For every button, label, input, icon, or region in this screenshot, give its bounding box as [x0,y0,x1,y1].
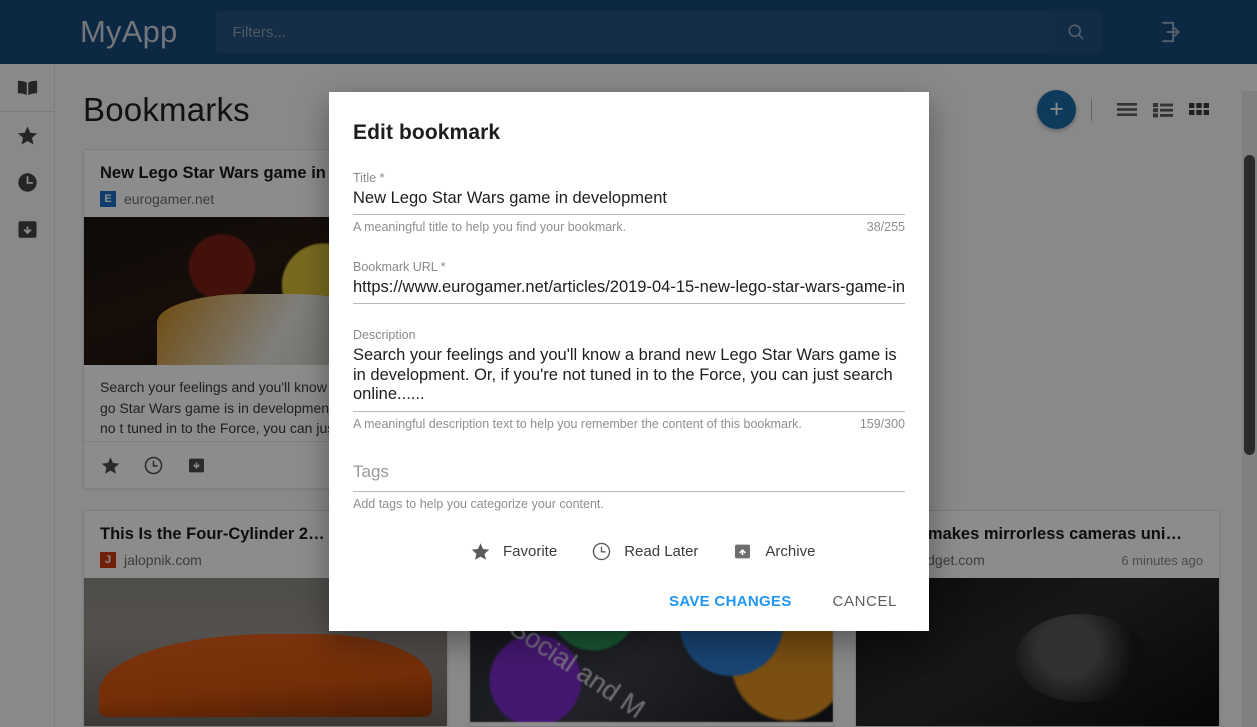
archive-toggle-label: Archive [765,542,816,560]
title-hint-row: A meaningful title to help you find your… [353,220,905,234]
tags-hint-row: Add tags to help you categorize your con… [353,497,905,511]
read-later-toggle-label: Read Later [624,542,699,560]
favorite-toggle[interactable]: Favorite [470,541,557,562]
url-input[interactable] [353,275,905,304]
title-hint: A meaningful title to help you find your… [353,220,627,234]
archive-icon [735,544,751,558]
description-hint: A meaningful description text to help yo… [353,416,802,431]
status-toggles: Favorite Read Later Archive [353,541,905,562]
archive-toggle[interactable]: Archive [732,541,815,562]
url-field-label: Bookmark URL * [353,260,446,274]
description-textarea[interactable] [353,343,905,412]
tags-input[interactable] [353,458,905,492]
save-changes-button[interactable]: SAVE CHANGES [661,587,800,616]
edit-bookmark-dialog: Edit bookmark Title * A meaningful title… [329,92,929,631]
tags-field-group: Add tags to help you categorize your con… [353,458,905,511]
title-counter: 38/255 [866,220,905,234]
description-hint-row: A meaningful description text to help yo… [353,417,905,431]
read-later-toggle[interactable]: Read Later [591,541,698,562]
description-counter: 159/300 [859,416,905,431]
url-field-group: Bookmark URL * [353,259,905,304]
dialog-title: Edit bookmark [353,121,501,144]
clock-icon [592,542,611,560]
dialog-actions: SAVE CHANGES CANCEL [353,587,905,616]
description-field-label: Description [353,328,416,342]
title-field-group: Title * A meaningful title to help you f… [353,170,905,234]
favorite-toggle-label: Favorite [503,542,558,560]
title-field-label: Title * [353,171,385,185]
star-icon [471,542,490,560]
title-input[interactable] [353,186,905,215]
description-field-group: Description A meaningful description tex… [353,327,905,431]
tags-hint: Add tags to help you categorize your con… [353,496,604,511]
cancel-button[interactable]: CANCEL [825,587,905,616]
